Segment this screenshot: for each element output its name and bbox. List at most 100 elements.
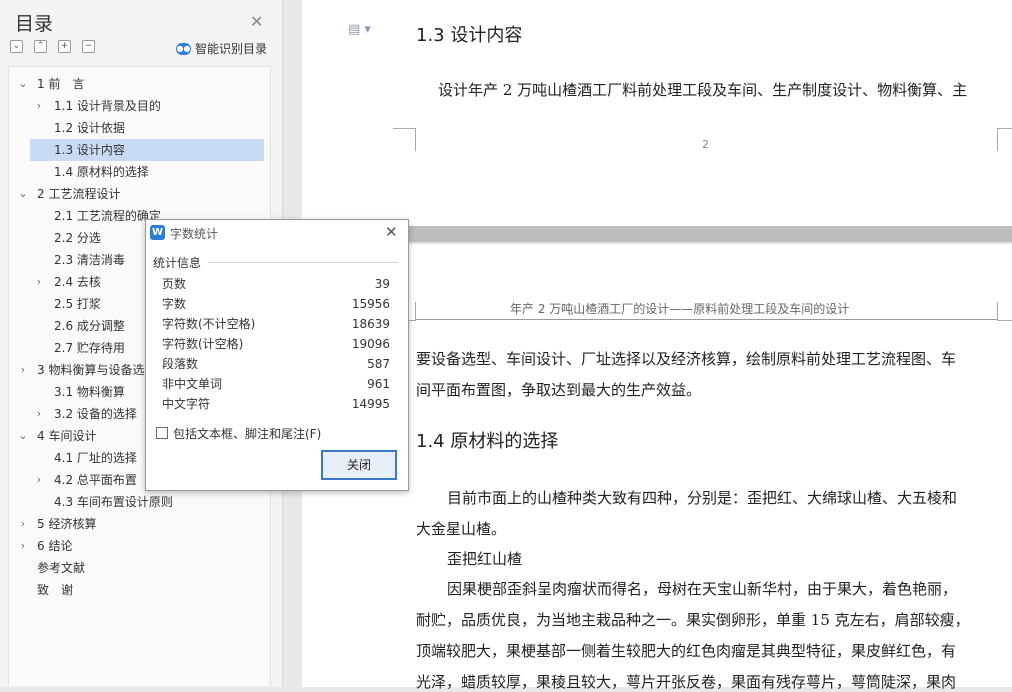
stat-label: 中文字符 xyxy=(162,397,211,411)
stat-label: 字数 xyxy=(162,297,187,311)
close-button[interactable]: 关闭 xyxy=(321,450,397,480)
stat-label: 非中文单词 xyxy=(162,377,223,391)
toc-title: 目录 xyxy=(15,13,54,35)
app-icon: W xyxy=(150,225,165,240)
toc-item-label: 2.2 分选 xyxy=(54,231,101,245)
toc-item[interactable]: › 1.1 设计背景及目的 xyxy=(9,95,264,117)
toc-item-label: 4.1 厂址的选择 xyxy=(54,451,137,465)
body-line: 歪把红山楂 xyxy=(447,550,523,568)
document-icon[interactable]: ▤ ▾ xyxy=(348,22,371,37)
toc-item-label: 3 物料衡算与设备选型 xyxy=(37,363,157,377)
stat-label: 段落数 xyxy=(162,357,199,371)
toc-item[interactable]: 参考文献 xyxy=(9,557,264,579)
chevron-down-icon[interactable]: ⌄ xyxy=(18,425,28,447)
toc-item-label: 2.7 贮存待用 xyxy=(54,341,125,355)
stat-row: 非中文单词 961 xyxy=(162,374,390,394)
toc-item-label: 3.1 物料衡算 xyxy=(54,385,125,399)
toc-item-label: 2.4 去核 xyxy=(54,275,101,289)
body-line: 顶端较肥大，果梗基部一侧着生较肥大的红色肉瘤是其典型特征，果皮鲜红色，有 xyxy=(416,642,957,660)
word-count-dialog: W 字数统计 ✕ 统计信息 页数 39 字数 15956 字符数(不计空格) 18639 字… xyxy=(145,219,409,491)
stat-value: 961 xyxy=(367,377,390,391)
stat-value: 15956 xyxy=(351,297,390,311)
toc-item-label: 2.5 打浆 xyxy=(54,297,101,311)
body-line: 大金星山楂。 xyxy=(416,520,507,538)
toc-item-label: 5 经济核算 xyxy=(37,517,97,531)
body-line: 目前市面上的山楂种类大致有四种，分别是：歪把红、大绵球山楂、大五棱和 xyxy=(447,489,958,507)
toc-item-label: 4.3 车间布置设计原则 xyxy=(54,495,173,509)
stats-section-title: 统计信息 xyxy=(153,256,202,270)
toc-item-label: 4.2 总平面布置 xyxy=(54,473,137,487)
toc-item-label: 2 工艺流程设计 xyxy=(37,187,121,201)
chevron-down-icon[interactable]: ⌄ xyxy=(18,183,28,205)
body-line: 间平面布置图，争取达到最大的生产效益。 xyxy=(416,381,702,399)
dialog-title: 字数统计 xyxy=(170,227,219,241)
toc-item[interactable]: 致 谢 xyxy=(9,579,264,601)
chevron-right-icon[interactable]: › xyxy=(34,271,44,293)
stat-row: 字符数(不计空格) 18639 xyxy=(162,314,390,334)
chevron-down-icon[interactable]: ⌄ xyxy=(18,73,28,95)
toc-item[interactable]: › 5 经济核算 xyxy=(9,513,264,535)
stat-row: 字数 15956 xyxy=(162,294,390,314)
crop-mark xyxy=(997,128,1012,151)
chevron-right-icon[interactable]: › xyxy=(18,359,28,381)
smart-toc-button[interactable]: ●● 智能识别目录 xyxy=(176,40,267,57)
toc-item-label: 1.1 设计背景及目的 xyxy=(54,99,161,113)
chevron-right-icon[interactable]: › xyxy=(34,95,44,117)
toc-item-label: 4 车间设计 xyxy=(37,429,97,443)
toc-item-label: 6 结论 xyxy=(37,539,73,553)
body-line: 要设备选型、车间设计、厂址选择以及经济核算，绘制原料前处理工艺流程图、车 xyxy=(416,350,957,368)
toc-item-label: 1.4 原材料的选择 xyxy=(54,165,149,179)
stat-label: 字符数(不计空格) xyxy=(162,317,256,331)
close-icon[interactable]: ✕ xyxy=(385,223,398,241)
stat-label: 页数 xyxy=(162,277,187,291)
add-icon[interactable]: + xyxy=(58,40,71,53)
toc-item-label: 1 前 言 xyxy=(37,77,85,91)
page-header: 年产 2 万吨山楂酒工厂的设计——原料前处理工段及车间的设计 xyxy=(510,302,850,316)
stat-row: 页数 39 xyxy=(162,274,390,294)
body-line: 因果梗部歪斜呈肉瘤状而得名，母树在天宝山新华村，由于果大，着色艳丽， xyxy=(447,580,958,598)
toc-item-label: 1.3 设计内容 xyxy=(54,143,125,157)
toc-item[interactable]: 1.4 原材料的选择 xyxy=(9,161,264,183)
stat-value: 39 xyxy=(374,277,390,291)
stat-row: 中文字符 14995 xyxy=(162,394,390,414)
stat-value: 14995 xyxy=(351,397,390,411)
body-line: 光泽，蜡质较厚，果稜且较大，萼片开张反卷，果面有残存萼片，萼筒陡深，果肉 xyxy=(416,673,957,691)
stat-row: 段落数 587 xyxy=(162,354,390,374)
toc-item-label: 2.6 成分调整 xyxy=(54,319,125,333)
stat-label: 字符数(计空格) xyxy=(162,337,244,351)
toc-item[interactable]: 4.3 车间布置设计原则 xyxy=(9,491,264,513)
remove-icon[interactable]: − xyxy=(82,40,95,53)
toc-item-label: 3.2 设备的选择 xyxy=(54,407,137,421)
section-heading: 1.4 原材料的选择 xyxy=(416,431,559,452)
crop-mark xyxy=(997,302,1012,321)
toc-item[interactable]: › 6 结论 xyxy=(9,535,264,557)
stat-row: 字符数(计空格) 19096 xyxy=(162,334,390,354)
toc-item[interactable]: 1.2 设计依据 xyxy=(9,117,264,139)
header-rule xyxy=(416,319,998,320)
chevron-right-icon[interactable]: › xyxy=(18,513,28,535)
smart-toc-label: 智能识别目录 xyxy=(195,42,268,56)
smart-toc-icon: ●● xyxy=(176,42,191,55)
chevron-right-icon[interactable]: › xyxy=(34,403,44,425)
page-number: 2 xyxy=(702,138,709,151)
toc-item[interactable]: 1.3 设计内容 xyxy=(30,139,264,161)
toc-item-label: 致 谢 xyxy=(37,583,74,597)
page1-heading: 1.3 设计内容 xyxy=(416,25,523,46)
stat-value: 19096 xyxy=(351,337,390,351)
toc-item-label: 1.2 设计依据 xyxy=(54,121,125,135)
divider xyxy=(208,262,398,263)
stat-value: 587 xyxy=(367,357,390,371)
stat-value: 18639 xyxy=(351,317,390,331)
toc-item-label: 参考文献 xyxy=(37,561,86,575)
toc-item[interactable]: ⌄ 1 前 言 xyxy=(9,73,264,95)
expand-up-icon[interactable]: ⌃ xyxy=(34,40,47,53)
crop-mark xyxy=(393,128,416,151)
include-textbox-label[interactable]: 包括文本框、脚注和尾注(F) xyxy=(173,425,321,442)
toc-item[interactable]: ⌄ 2 工艺流程设计 xyxy=(9,183,264,205)
page1-paragraph: 设计年产 2 万吨山楂酒工厂料前处理工段及车间、生产制度设计、物料衡算、主 xyxy=(438,81,968,99)
collapse-all-icon[interactable]: ⌄ xyxy=(10,40,23,53)
close-icon[interactable]: ✕ xyxy=(250,12,263,31)
include-textbox-checkbox[interactable] xyxy=(156,427,168,439)
chevron-right-icon[interactable]: › xyxy=(18,535,28,557)
chevron-right-icon[interactable]: › xyxy=(34,469,44,491)
